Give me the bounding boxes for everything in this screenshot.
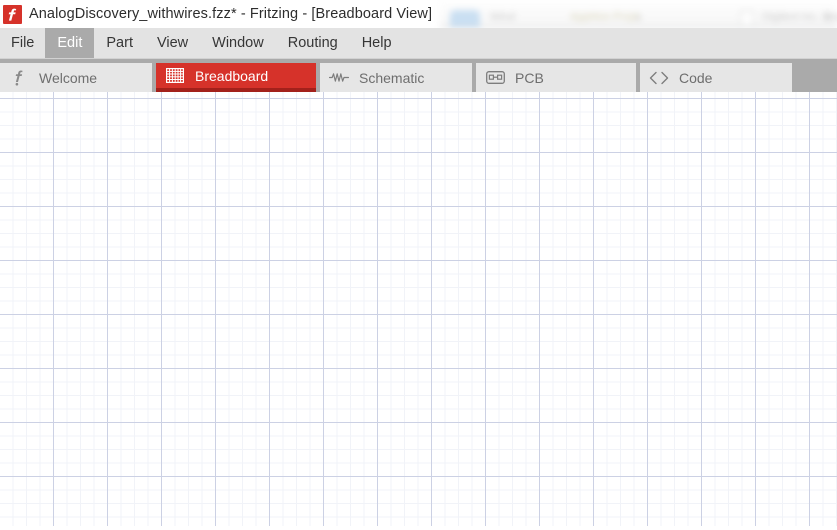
fritzing-window: Wind Appl4on Proj4 x Digilent Inc. Blog … <box>0 0 837 530</box>
breadboard-canvas[interactable] <box>0 92 837 526</box>
window-title: AnalogDiscovery_withwires.fzz* - Fritzin… <box>29 6 433 22</box>
menu-item-file[interactable]: File <box>0 28 45 58</box>
tab-welcome-label: Welcome <box>39 69 98 86</box>
menu-item-help[interactable]: Help <box>350 28 404 58</box>
view-tab-bar: Welcome Breadboard Schematic PCB Code <box>0 59 837 92</box>
tab-breadboard-label: Breadboard <box>195 67 269 84</box>
menu-item-routing[interactable]: Routing <box>276 28 350 58</box>
fritzing-f-icon <box>9 68 29 88</box>
background-window-bleed: Wind Appl4on Proj4 x Digilent Inc. Blog … <box>440 0 837 28</box>
background-browser-tabstrip <box>440 0 837 28</box>
tab-code[interactable]: Code <box>640 63 792 92</box>
menu-bar: File Edit Part View Window Routing Help <box>0 28 837 59</box>
menu-item-edit[interactable]: Edit <box>45 28 95 58</box>
background-close-icon: x <box>825 12 831 24</box>
resistor-icon <box>329 68 349 88</box>
tab-breadboard[interactable]: Breadboard <box>156 63 316 92</box>
angle-brackets-icon <box>649 68 669 88</box>
background-close-icon: x <box>636 12 642 24</box>
tab-pcb-label: PCB <box>515 69 544 86</box>
breadboard-icon <box>165 66 185 86</box>
tab-pcb[interactable]: PCB <box>476 63 636 92</box>
tab-schematic[interactable]: Schematic <box>320 63 472 92</box>
tab-code-label: Code <box>679 69 713 86</box>
pcb-board-icon <box>485 68 505 88</box>
background-document-icon <box>740 10 754 27</box>
menu-item-view[interactable]: View <box>145 28 200 58</box>
background-text-fragment: Digilent Inc. Blog <box>762 11 837 23</box>
background-text-fragment: Wind <box>490 11 516 23</box>
menu-item-part[interactable]: Part <box>94 28 145 58</box>
tab-welcome[interactable]: Welcome <box>0 63 152 92</box>
fritzing-logo-icon <box>3 4 22 24</box>
background-window-divider <box>440 26 837 28</box>
tab-schematic-label: Schematic <box>359 69 425 86</box>
background-text-fragment: Appl4on Proj4 <box>570 11 640 23</box>
title-bar: Wind Appl4on Proj4 x Digilent Inc. Blog … <box>0 0 837 28</box>
background-browser-tab <box>450 10 480 28</box>
menu-item-window[interactable]: Window <box>200 28 276 58</box>
